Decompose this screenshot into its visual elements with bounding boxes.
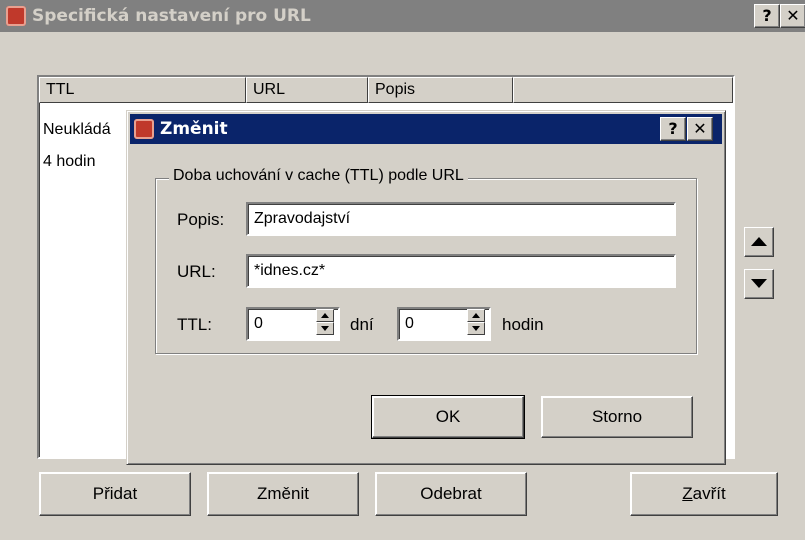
close-button[interactable]: Zavřít — [630, 472, 778, 516]
dialog-app-icon — [134, 119, 154, 139]
spin-up-icon[interactable] — [467, 309, 485, 322]
close-label: avřít — [692, 484, 726, 503]
ok-button[interactable]: OK — [371, 395, 525, 439]
table-row[interactable]: 4 hodin — [43, 153, 96, 171]
table-row[interactable]: Neukládá — [43, 121, 111, 139]
description-input[interactable]: Zpravodajství — [246, 202, 676, 236]
move-down-button[interactable] — [744, 269, 774, 299]
edit-dialog: Změnit ? ✕ Doba uchování v cache (TTL) p… — [126, 110, 726, 465]
spin-down-icon[interactable] — [316, 322, 334, 335]
app-icon — [6, 6, 26, 26]
column-header-ttl[interactable]: TTL — [39, 77, 246, 103]
dialog-title: Změnit — [160, 119, 228, 139]
hours-unit-label: hodin — [502, 315, 544, 334]
arrow-up-icon — [751, 237, 767, 246]
ttl-label: TTL: — [177, 315, 212, 334]
description-label: Popis: — [177, 210, 225, 229]
days-spinner[interactable] — [316, 309, 334, 339]
remove-button[interactable]: Odebrat — [375, 472, 527, 516]
column-header-empty[interactable] — [513, 77, 733, 103]
close-icon[interactable]: ✕ — [780, 4, 805, 28]
cancel-button[interactable]: Storno — [541, 396, 693, 438]
spin-up-icon[interactable] — [316, 309, 334, 322]
url-input[interactable]: *idnes.cz* — [246, 254, 676, 288]
days-value: 0 — [254, 315, 263, 332]
spin-down-icon[interactable] — [467, 322, 485, 335]
hours-value: 0 — [405, 315, 414, 332]
url-label: URL: — [177, 262, 216, 281]
arrow-down-icon — [751, 279, 767, 288]
help-button[interactable]: ? — [754, 4, 780, 28]
edit-button[interactable]: Změnit — [207, 472, 359, 516]
hours-spinner[interactable] — [467, 309, 485, 339]
column-header-description[interactable]: Popis — [368, 77, 513, 103]
dialog-title-bar[interactable]: Změnit ? ✕ — [130, 114, 722, 144]
days-unit-label: dní — [350, 315, 374, 334]
close-accelerator: Z — [682, 484, 693, 503]
move-up-button[interactable] — [744, 227, 774, 257]
hours-input[interactable]: 0 — [397, 307, 491, 341]
groupbox-label: Doba uchování v cache (TTL) podle URL — [169, 167, 468, 185]
dialog-close-icon[interactable]: ✕ — [687, 117, 713, 141]
window-title: Specifická nastavení pro URL — [32, 6, 311, 26]
add-button[interactable]: Přidat — [39, 472, 191, 516]
dialog-help-button[interactable]: ? — [660, 117, 686, 141]
column-header-url[interactable]: URL — [246, 77, 368, 103]
window-title-bar[interactable]: Specifická nastavení pro URL ? ✕ — [0, 0, 805, 32]
days-input[interactable]: 0 — [246, 307, 340, 341]
